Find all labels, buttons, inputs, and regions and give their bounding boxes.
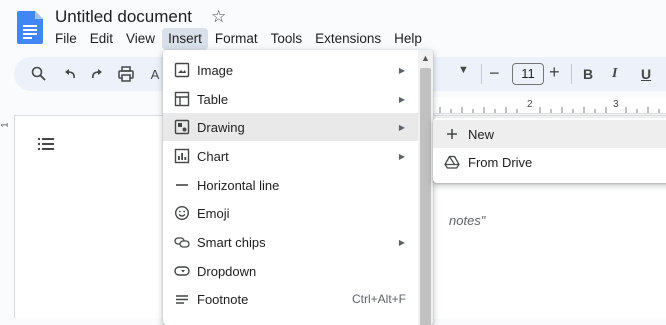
menu-item-horizontal-line[interactable]: Horizontal line	[163, 171, 418, 199]
document-text: notes"	[449, 213, 486, 228]
menu-view[interactable]: View	[120, 28, 161, 50]
drive-icon	[444, 155, 460, 169]
submenu-arrow-icon: ▶	[398, 151, 405, 161]
ruler-mark: 2	[527, 99, 533, 110]
menu-item-label: Emoji	[197, 205, 230, 221]
submenu-arrow-icon: ▶	[398, 237, 405, 247]
menu-format[interactable]: Format	[209, 28, 264, 50]
submenu-arrow-icon: ▶	[398, 122, 405, 132]
document-title[interactable]: Untitled document	[55, 7, 192, 27]
menu-item-table[interactable]: Table ▶	[163, 85, 418, 113]
image-icon	[174, 62, 190, 78]
toolbar-divider	[481, 64, 482, 84]
zoom-dropdown-arrow-icon[interactable]: ▼	[458, 64, 469, 76]
smart-chips-icon	[174, 237, 190, 248]
menu-item-chart[interactable]: Chart ▶	[163, 142, 418, 170]
increase-font-size-button[interactable]: +	[549, 62, 560, 83]
insert-menu: ▲ Image ▶ Table ▶ Drawing ▶ Chart ▶ Hori…	[163, 50, 433, 325]
menu-item-label: Table	[197, 91, 229, 107]
dropdown-icon	[174, 266, 190, 276]
menu-file[interactable]: File	[49, 28, 83, 50]
plus-icon	[447, 129, 457, 139]
font-size-input[interactable]: 11	[512, 63, 544, 85]
menu-item-dropdown[interactable]: Dropdown	[163, 257, 418, 285]
menu-item-drawing[interactable]: Drawing ▶	[163, 113, 418, 141]
table-icon	[174, 91, 190, 107]
ruler-mark: 3	[613, 99, 619, 110]
menu-scrollbar[interactable]: ▲	[418, 50, 433, 325]
print-icon[interactable]	[117, 64, 135, 84]
menu-insert[interactable]: Insert	[162, 28, 208, 50]
drawing-submenu: New From Drive	[433, 118, 666, 183]
italic-button[interactable]: I	[612, 66, 617, 82]
menu-item-label: Horizontal line	[197, 177, 280, 193]
menu-item-label: Smart chips	[197, 234, 266, 250]
vertical-ruler-mark: 1	[0, 122, 10, 128]
docs-logo-icon[interactable]	[17, 11, 43, 44]
search-menus-icon[interactable]	[30, 64, 48, 84]
decrease-font-size-button[interactable]: −	[489, 63, 500, 84]
submenu-arrow-icon: ▶	[398, 65, 405, 75]
emoji-icon	[174, 205, 190, 221]
footnote-icon	[176, 295, 188, 304]
bold-button[interactable]: B	[583, 66, 593, 82]
menu-item-label: Dropdown	[197, 263, 257, 279]
scroll-up-icon[interactable]: ▲	[421, 53, 430, 63]
horizontal-ruler[interactable]	[430, 97, 666, 114]
menu-extensions[interactable]: Extensions	[309, 28, 387, 50]
menu-item-smart-chips[interactable]: Smart chips ▶	[163, 228, 418, 256]
document-outline-icon[interactable]	[38, 136, 56, 152]
submenu-item-label: From Drive	[468, 154, 533, 170]
star-icon[interactable]: ☆	[211, 7, 226, 27]
undo-icon[interactable]	[60, 64, 78, 84]
menu-item-label: Image	[197, 62, 234, 78]
submenu-item-new[interactable]: New	[433, 120, 666, 148]
scrollbar-thumb[interactable]	[420, 68, 431, 325]
shortcut-hint: Ctrl+Alt+F	[351, 292, 406, 306]
menu-item-emoji[interactable]: Emoji	[163, 199, 418, 227]
redo-icon[interactable]	[89, 64, 107, 84]
menu-tools[interactable]: Tools	[265, 28, 309, 50]
menu-edit[interactable]: Edit	[84, 28, 119, 50]
menu-item-footnote[interactable]: Footnote Ctrl+Alt+F	[163, 285, 418, 313]
menubar: File Edit View Insert Format Tools Exten…	[49, 28, 429, 50]
chart-icon	[174, 148, 190, 164]
drawing-icon	[174, 119, 190, 135]
horizontal-line-icon	[176, 184, 188, 186]
submenu-arrow-icon: ▶	[398, 94, 405, 104]
menu-item-image[interactable]: Image ▶	[163, 56, 418, 84]
menu-help[interactable]: Help	[388, 28, 428, 50]
menu-item-label: Footnote	[197, 291, 249, 307]
menu-item-label: Chart	[197, 148, 229, 164]
spellcheck-icon[interactable]: A	[148, 64, 162, 84]
submenu-item-label: New	[468, 126, 495, 142]
underline-button[interactable]: U	[641, 66, 651, 82]
toolbar-divider	[571, 64, 572, 84]
vertical-ruler[interactable]	[0, 115, 15, 318]
submenu-item-from-drive[interactable]: From Drive	[433, 148, 666, 176]
menu-item-label: Drawing	[197, 119, 245, 135]
